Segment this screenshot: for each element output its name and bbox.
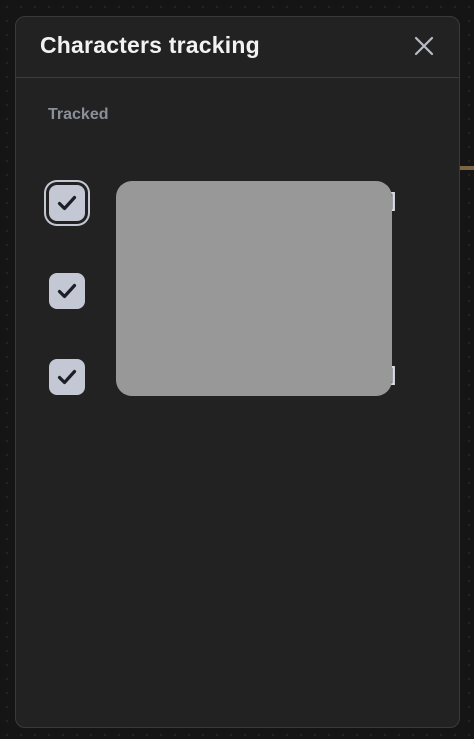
dialog-header: Characters tracking [16,17,459,78]
character-checkbox[interactable] [49,185,85,221]
close-button[interactable] [411,33,437,59]
dialog-title: Characters tracking [40,32,260,58]
character-checkbox[interactable] [49,273,85,309]
checkmark-icon [57,369,77,385]
redaction-overlay [116,181,392,396]
tracked-section-label: Tracked [48,106,109,123]
background-accent [460,166,474,170]
close-icon [414,36,434,56]
character-checkbox[interactable] [49,359,85,395]
checkmark-icon [57,195,77,211]
checkmark-icon [57,283,77,299]
